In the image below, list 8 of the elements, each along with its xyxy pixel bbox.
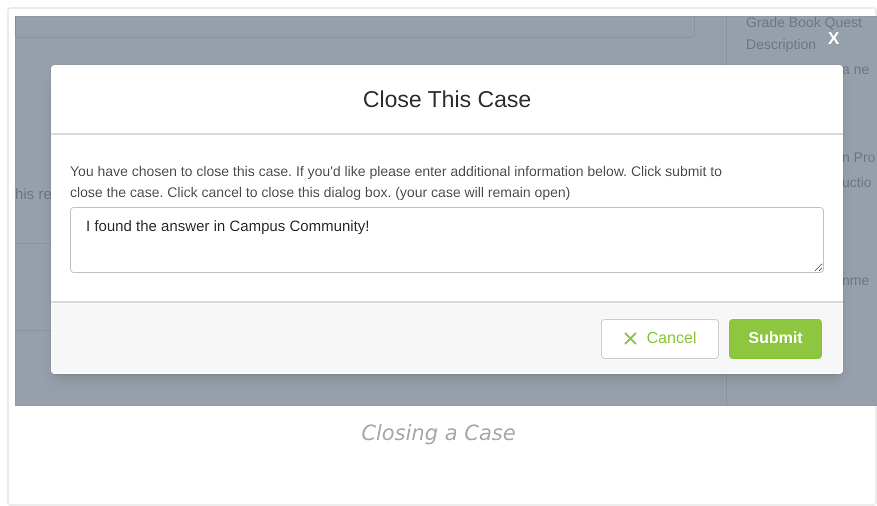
close-button[interactable]: X <box>824 31 844 47</box>
figure-caption: Closing a Case <box>360 420 517 447</box>
comment-field[interactable]: I found the answer in Campus Community! <box>70 207 824 273</box>
dialog-title: Close This Case <box>362 84 532 114</box>
close-icon <box>624 332 637 345</box>
submit-button[interactable]: Submit <box>729 318 822 358</box>
dialog-message: You have chosen to close this case. If you'd like please enter additional information below. Click submit to close the case. Click cancel to close this dialog box. (your case will remain open) <box>70 162 723 202</box>
cancel-button[interactable]: Cancel <box>601 318 719 358</box>
